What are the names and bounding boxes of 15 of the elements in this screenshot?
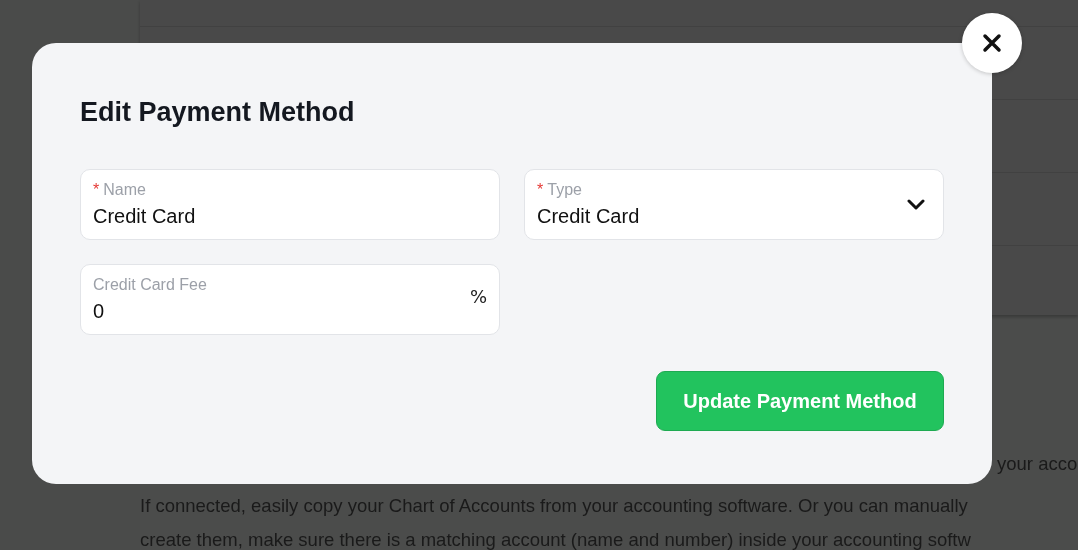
field-label: Credit Card Fee [93, 276, 207, 294]
field-value: Credit Card [537, 205, 641, 228]
input-field[interactable]: * Name Credit Card [80, 169, 500, 240]
field-label: Name [103, 181, 146, 199]
input-field[interactable]: * Type Credit Card [524, 169, 944, 240]
field-label: Type [547, 181, 582, 199]
percent-suffix: % [469, 286, 487, 307]
chevron-down-icon [907, 199, 925, 210]
dialog-title: Edit Payment Method [80, 97, 356, 128]
close-icon [982, 33, 1002, 53]
required-asterisk: * [537, 181, 544, 199]
input-field[interactable]: Credit Card Fee 0 % [80, 264, 500, 335]
field-value: 0 [93, 300, 106, 323]
field-value: Credit Card [93, 205, 197, 228]
required-asterisk: * [93, 181, 100, 199]
